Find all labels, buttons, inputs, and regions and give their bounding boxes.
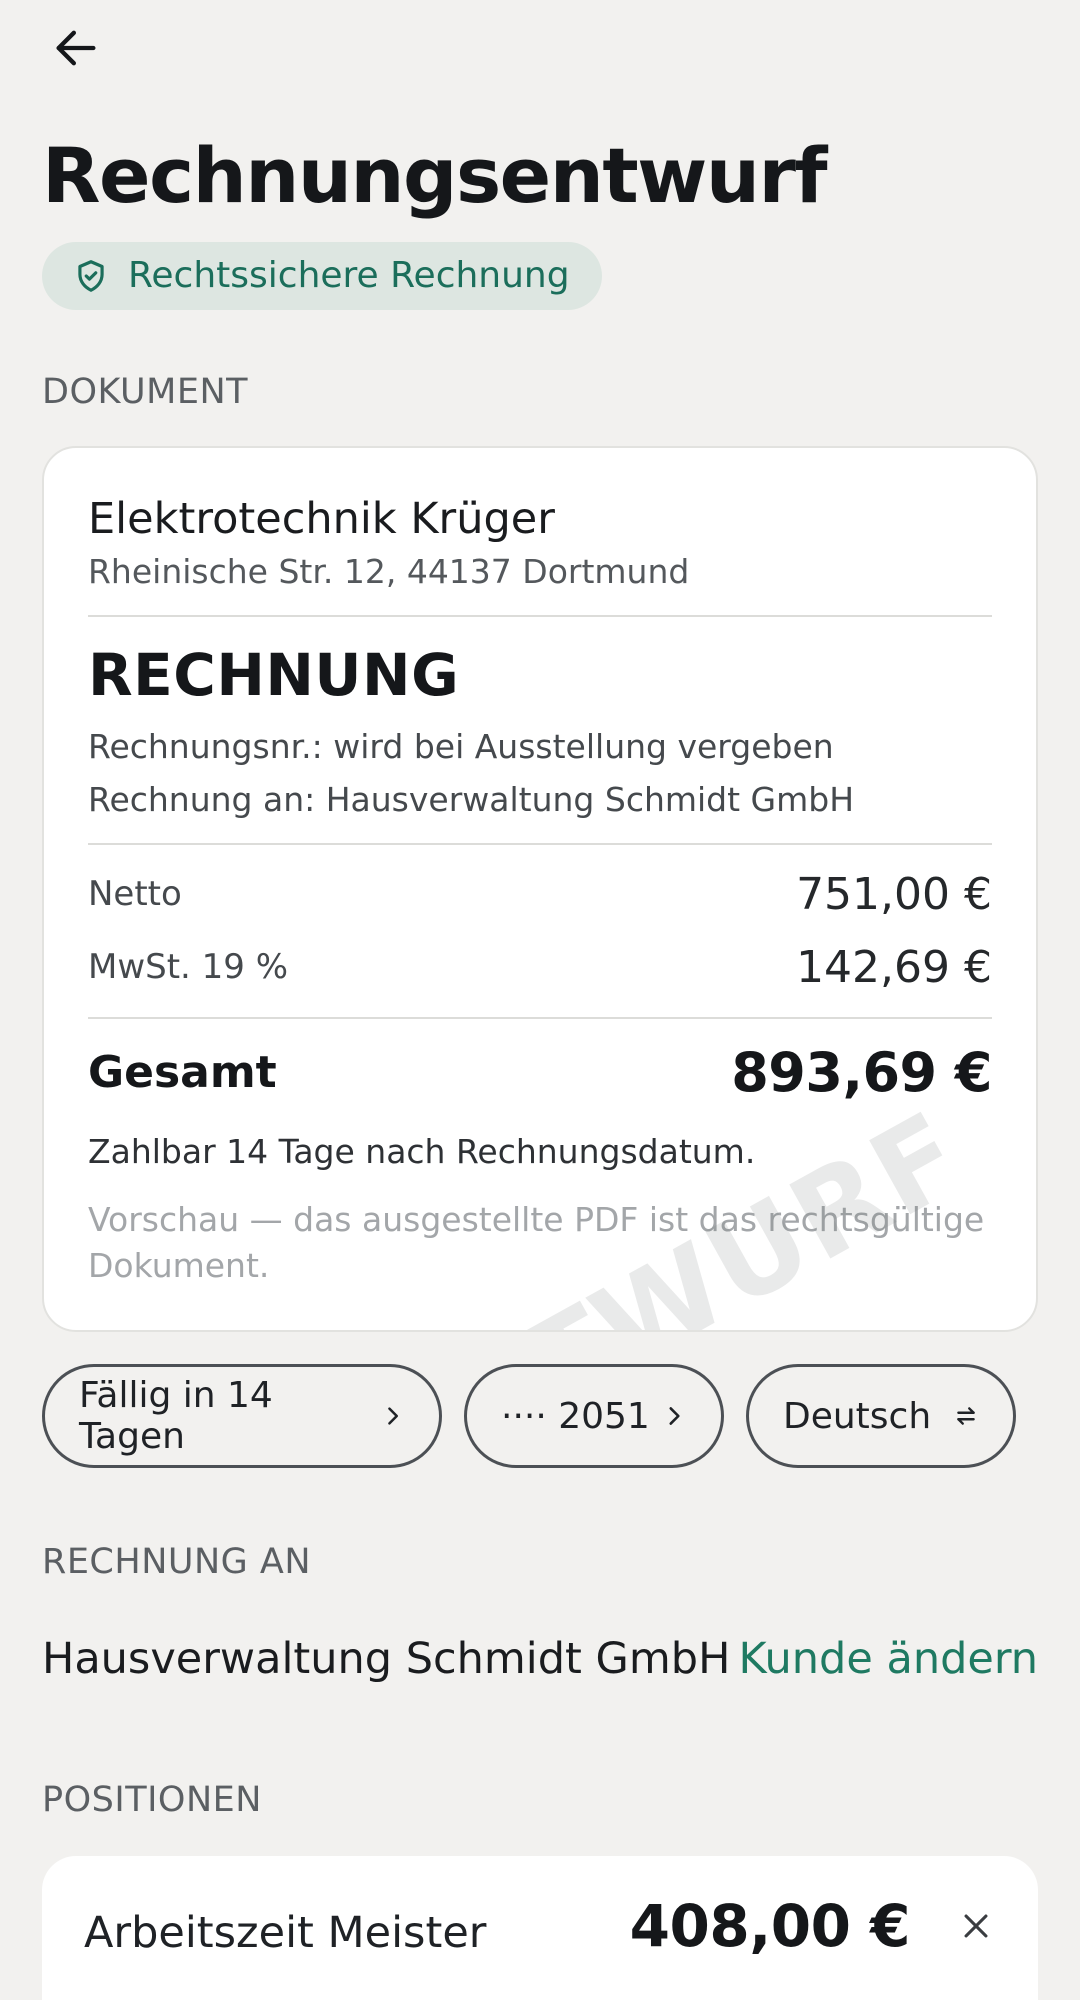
section-label-document: DOKUMENT [42, 371, 249, 412]
payment-terms: Zahlbar 14 Tage nach Rechnungsdatum. [88, 1131, 756, 1171]
chevron-right-icon [388, 1407, 398, 1425]
language-chip[interactable]: Deutsch [746, 1364, 1016, 1469]
badge-label: Rechtssichere Rechnung [128, 255, 570, 297]
due-date-chip[interactable]: Fällig in 14 Tagen [42, 1364, 442, 1469]
section-label-recipient: RECHNUNG AN [42, 1542, 312, 1583]
bank-account-chip[interactable]: ···· 2051 [464, 1364, 724, 1469]
language-label: Deutsch [783, 1395, 932, 1437]
shield-check-icon [78, 259, 104, 292]
divider [88, 614, 992, 617]
remove-position-button[interactable] [956, 1906, 996, 1946]
divider [88, 842, 992, 845]
close-icon [964, 1914, 988, 1938]
position-right: 408,00 € [630, 1892, 996, 1960]
preview-note: Vorschau — das ausgestellte PDF ist das … [88, 1199, 985, 1286]
recipient-name: Hausverwaltung Schmidt GmbH [42, 1634, 731, 1685]
vat-row: MwSt. 19 % 142,69 € [88, 942, 992, 993]
bill-to-line: Rechnung an: Hausverwaltung Schmidt GmbH [88, 779, 855, 819]
due-date-label: Fällig in 14 Tagen [79, 1375, 273, 1458]
page-title: Rechnungsentwurf [42, 131, 828, 220]
total-row: Gesamt 893,69 € [88, 1041, 992, 1104]
position-item[interactable]: Arbeitszeit Meister 408,00 € [42, 1856, 1038, 2000]
arrow-left-icon [56, 30, 96, 66]
total-value: 893,69 € [731, 1040, 992, 1104]
netto-row: Netto 751,00 € [88, 869, 992, 920]
total-label: Gesamt [88, 1046, 277, 1098]
swap-icon [957, 1407, 975, 1426]
section-label-positions: POSITIONEN [42, 1780, 262, 1821]
divider [88, 1016, 992, 1019]
bank-account-label: ···· 2051 [501, 1395, 650, 1437]
top-bar [42, 0, 1038, 96]
vat-label: MwSt. 19 % [88, 947, 289, 988]
position-amount: 408,00 € [629, 1892, 911, 1961]
netto-label: Netto [88, 874, 182, 915]
back-button[interactable] [50, 8, 130, 88]
vat-value: 142,69 € [796, 941, 992, 993]
netto-value: 751,00 € [796, 868, 992, 920]
document-type: RECHNUNG [88, 640, 460, 709]
chevron-right-icon [669, 1407, 680, 1426]
company-address: Rheinische Str. 12, 44137 Dortmund [88, 551, 690, 591]
invoice-preview-card: ENTWURF Elektrotechnik Krüger Rheinische… [42, 445, 1038, 1333]
recipient-row: Hausverwaltung Schmidt GmbH Kunde ändern [42, 1634, 1038, 1684]
options-chips: Fällig in 14 Tagen ···· 2051 Deutsch [42, 1364, 1038, 1469]
invoice-number-line: Rechnungsnr.: wird bei Ausstellung verge… [88, 726, 834, 766]
invoice-draft-screen: Rechnungsentwurf Rechtssichere Rechnung … [0, 0, 1080, 2000]
legal-safe-badge: Rechtssichere Rechnung [42, 241, 602, 310]
change-customer-link[interactable]: Kunde ändern [738, 1634, 1038, 1684]
position-name: Arbeitszeit Meister [84, 1908, 487, 1959]
company-name: Elektrotechnik Krüger [88, 493, 555, 544]
